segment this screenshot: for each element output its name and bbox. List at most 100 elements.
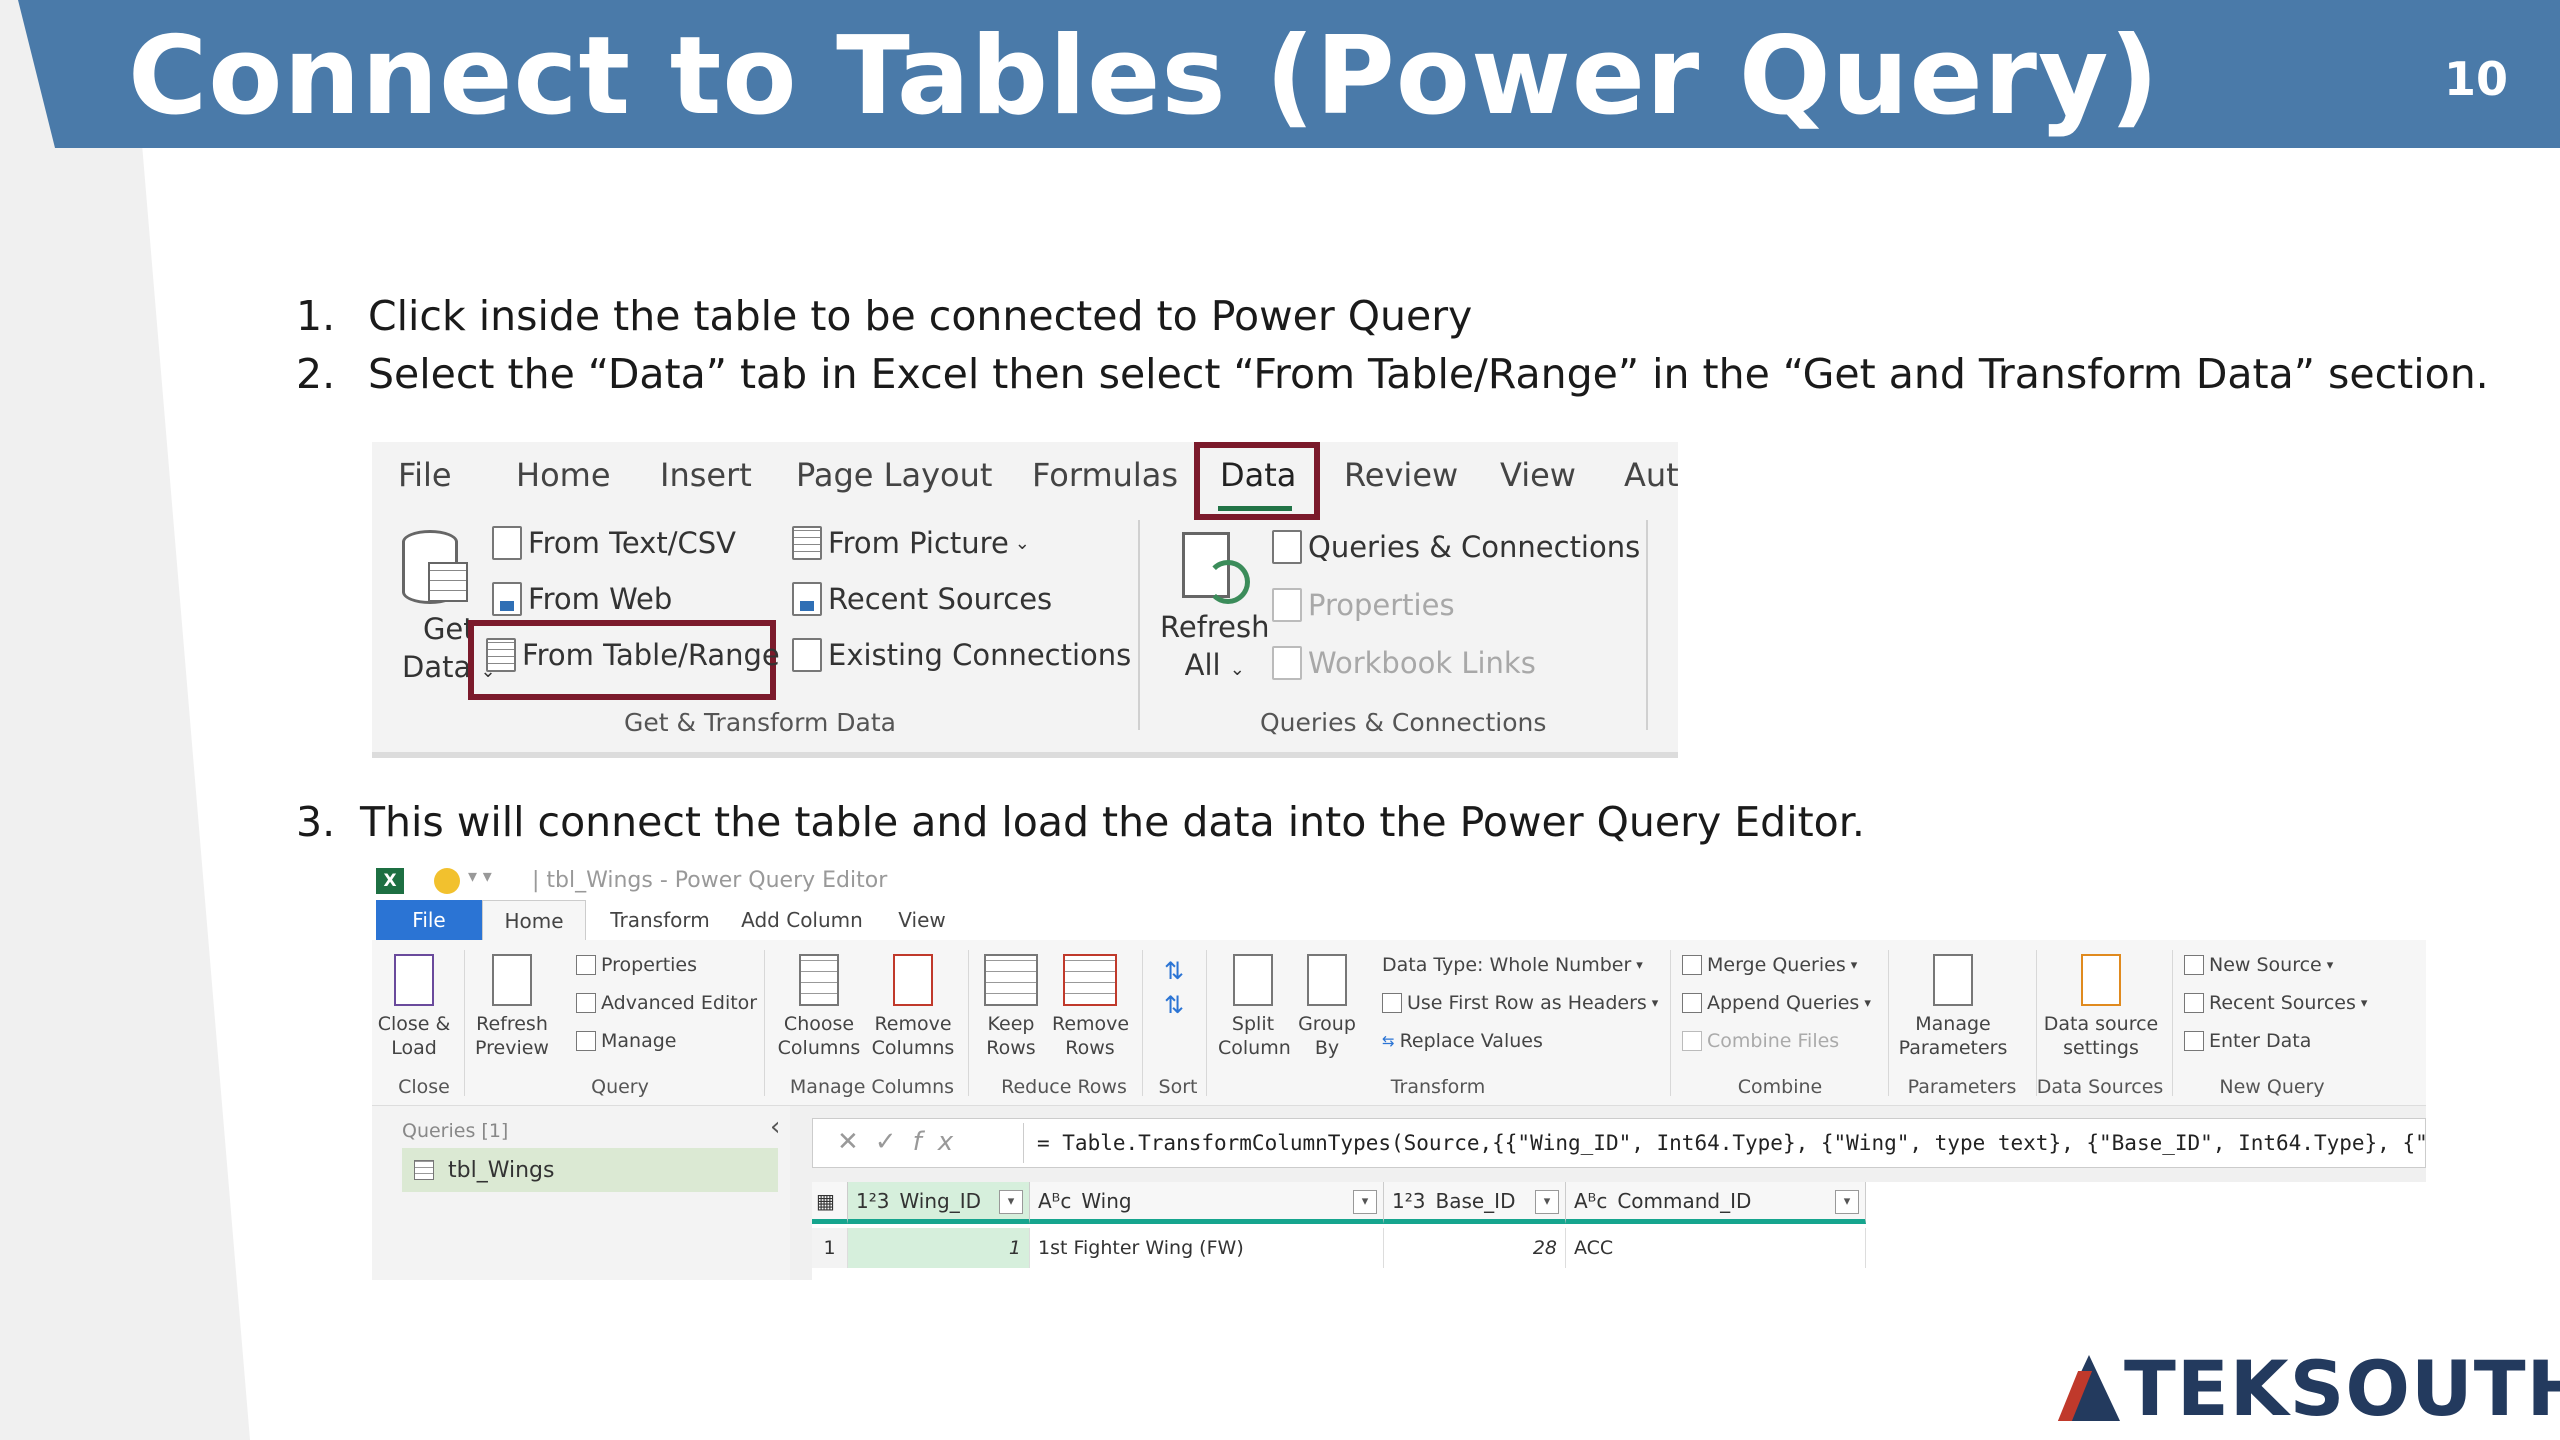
advanced-editor-button[interactable]: Advanced Editor <box>576 992 757 1014</box>
data-source-settings-button[interactable]: Data source settings <box>2042 954 2160 1060</box>
table-menu-icon[interactable]: ▦ <box>812 1182 848 1224</box>
picture-table-icon <box>792 526 822 560</box>
cell-command-id[interactable]: ACC <box>1566 1228 1866 1268</box>
merge-queries-button[interactable]: Merge Queries ▾ <box>1682 954 1857 976</box>
step-1: 1. Click inside the table to be connected… <box>296 292 1472 340</box>
replace-values-button[interactable]: ⇆ Replace Values <box>1382 1030 1543 1052</box>
keep-rows-button[interactable]: Keep Rows <box>976 954 1046 1060</box>
recent-sources-button[interactable]: Recent Sources ▾ <box>2184 992 2367 1014</box>
step-2: 2. Select the “Data” tab in Excel then se… <box>296 350 2489 398</box>
cancel-icon[interactable]: ✕ <box>837 1127 875 1157</box>
from-picture-button[interactable]: From Picture ⌄ <box>792 526 1030 560</box>
slide-title: Connect to Tables (Power Query) <box>128 14 2160 139</box>
confirm-icon[interactable]: ✓ <box>875 1127 913 1157</box>
split-column-button[interactable]: Split Column <box>1218 954 1291 1060</box>
column-header-base-id[interactable]: 1²3 Base_ID ▾ <box>1384 1182 1566 1224</box>
smiley-feedback-icon[interactable] <box>434 868 460 894</box>
properties-button[interactable]: Properties <box>576 954 697 976</box>
sort-descending-icon[interactable]: ⇅ <box>1154 988 1194 1022</box>
formula-input[interactable]: = Table.TransformColumnTypes(Source,{{"W… <box>1037 1131 2426 1155</box>
use-first-row-headers-button[interactable]: Use First Row as Headers ▾ <box>1382 992 1658 1014</box>
chevron-down-icon: ▾ <box>1864 995 1871 1011</box>
quick-access-dropdown-icon[interactable]: ▾ ▾ <box>468 866 492 887</box>
filter-dropdown-icon[interactable]: ▾ <box>999 1190 1023 1214</box>
sort-buttons[interactable]: ⇅ ⇅ <box>1154 954 1194 1022</box>
filter-dropdown-icon[interactable]: ▾ <box>1535 1190 1559 1214</box>
group-divider <box>1670 950 1671 1096</box>
filter-dropdown-icon[interactable]: ▾ <box>1353 1190 1377 1214</box>
new-source-button[interactable]: New Source ▾ <box>2184 954 2333 976</box>
data-type-dropdown[interactable]: Data Type: Whole Number ▾ <box>1382 954 1643 976</box>
step-text: Select the “Data” tab in Excel then sele… <box>368 350 2489 398</box>
collapse-pane-icon[interactable]: ‹ <box>770 1112 780 1142</box>
enter-data-button[interactable]: Enter Data <box>2184 1030 2311 1052</box>
data-preview-grid: ▦ 1²3 Wing_ID ▾ Aᴮc Wing ▾ 1²3 Base_ID ▾ Aᴮ… <box>812 1182 2426 1280</box>
fx-icon[interactable]: fx <box>913 1127 970 1157</box>
tab-formulas[interactable]: Formulas <box>1032 456 1178 494</box>
chevron-down-icon: ▾ <box>1636 957 1643 973</box>
choose-columns-button[interactable]: Choose Columns <box>776 954 862 1060</box>
manage-parameters-button[interactable]: Manage Parameters <box>1894 954 2012 1060</box>
refresh-label-2: All ⌄ <box>1184 648 1245 682</box>
cell-wing-id[interactable]: 1 <box>848 1228 1030 1268</box>
group-label-combine: Combine <box>1737 1076 1823 1098</box>
column-header-command-id[interactable]: Aᴮc Command_ID ▾ <box>1566 1182 1866 1224</box>
combine-files-button[interactable]: Combine Files <box>1682 1030 1839 1052</box>
formula-bar: ✕✓fx = Table.TransformColumnTypes(Source… <box>812 1118 2426 1168</box>
group-divider <box>2036 950 2037 1096</box>
queries-connections-button[interactable]: Queries & Connections <box>1272 530 1640 564</box>
pq-tab-view[interactable]: View <box>882 900 962 940</box>
from-web-button[interactable]: From Web <box>492 582 672 616</box>
group-by-button[interactable]: Group By <box>1296 954 1358 1060</box>
cell-base-id[interactable]: 28 <box>1384 1228 1566 1268</box>
tab-file[interactable]: File <box>398 456 452 494</box>
existing-connections-button[interactable]: Existing Connections <box>792 638 1131 672</box>
tab-view[interactable]: View <box>1500 456 1576 494</box>
tab-automate[interactable]: Aut <box>1624 456 1678 494</box>
recent-sources-button[interactable]: Recent Sources <box>792 582 1052 616</box>
from-text-csv-button[interactable]: From Text/CSV <box>492 526 736 560</box>
column-header-wing-id[interactable]: 1²3 Wing_ID ▾ <box>848 1182 1030 1224</box>
tab-insert[interactable]: Insert <box>660 456 752 494</box>
tab-review[interactable]: Review <box>1344 456 1458 494</box>
sort-ascending-icon[interactable]: ⇅ <box>1154 954 1194 988</box>
cell-wing[interactable]: 1st Fighter Wing (FW) <box>1030 1228 1384 1268</box>
remove-columns-button[interactable]: Remove Columns <box>868 954 958 1060</box>
keep-rows-icon <box>984 954 1038 1006</box>
close-load-icon <box>394 954 434 1006</box>
column-header-wing[interactable]: Aᴮc Wing ▾ <box>1030 1182 1384 1224</box>
properties-button[interactable]: Properties <box>1272 588 1455 622</box>
group-label-queries-connections: Queries & Connections <box>1260 708 1547 737</box>
group-label-parameters: Parameters <box>1907 1076 2017 1098</box>
filter-dropdown-icon[interactable]: ▾ <box>1835 1190 1859 1214</box>
tab-home[interactable]: Home <box>516 456 611 494</box>
pq-tab-home[interactable]: Home <box>482 900 586 940</box>
query-item-tbl-wings[interactable]: tbl_Wings <box>402 1148 778 1192</box>
column-type-icon: Aᴮc <box>1574 1188 1608 1213</box>
row-index: 1 <box>812 1228 848 1268</box>
advanced-editor-icon <box>576 993 596 1013</box>
group-label-get-transform: Get & Transform Data <box>624 708 896 737</box>
pq-window-title: | tbl_Wings - Power Query Editor <box>532 868 888 893</box>
data-source-settings-icon <box>2081 954 2121 1006</box>
manage-button[interactable]: Manage <box>576 1030 676 1052</box>
workbook-links-icon <box>1272 646 1302 680</box>
formula-bar-buttons[interactable]: ✕✓fx <box>837 1127 969 1157</box>
pq-tab-transform[interactable]: Transform <box>600 900 720 940</box>
refresh-preview-icon <box>492 954 532 1006</box>
properties-icon <box>576 955 596 975</box>
split-column-icon <box>1233 954 1273 1006</box>
refresh-preview-button[interactable]: Refresh Preview <box>472 954 552 1060</box>
from-table-range-button[interactable]: From Table/Range <box>486 638 780 672</box>
tab-page-layout[interactable]: Page Layout <box>796 456 992 494</box>
refresh-all-button[interactable]: Refresh All ⌄ <box>1160 608 1270 689</box>
group-divider <box>1888 950 1889 1096</box>
pq-tab-add-column[interactable]: Add Column <box>732 900 872 940</box>
chevron-down-icon: ▾ <box>2360 995 2368 1011</box>
append-queries-button[interactable]: Append Queries ▾ <box>1682 992 1871 1014</box>
remove-rows-button[interactable]: Remove Rows <box>1052 954 1129 1060</box>
pq-tab-file[interactable]: File <box>376 900 482 940</box>
tab-data[interactable]: Data <box>1220 456 1296 494</box>
close-load-button[interactable]: Close & Load <box>376 954 452 1060</box>
workbook-links-button[interactable]: Workbook Links <box>1272 646 1536 680</box>
